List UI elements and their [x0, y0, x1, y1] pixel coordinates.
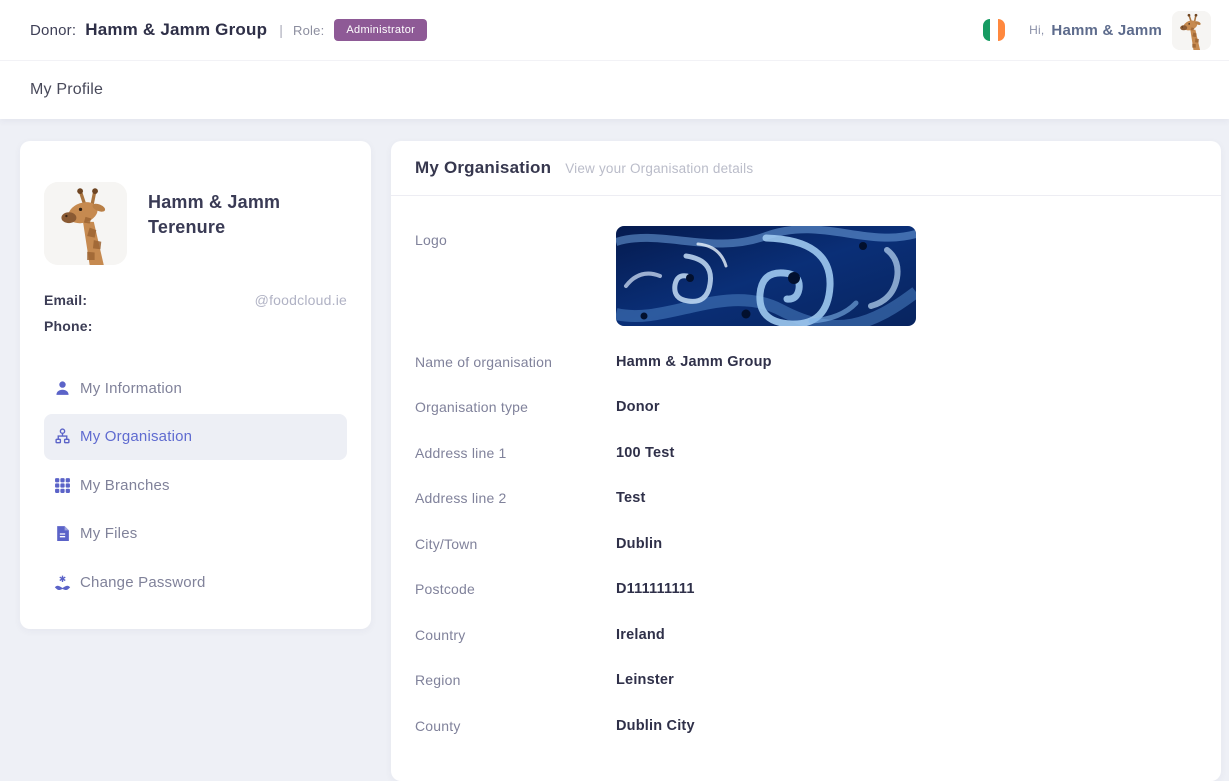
- detail-row-name: Name of organisation Hamm & Jamm Group: [415, 339, 1197, 385]
- blue-fractal-image: [616, 226, 916, 326]
- greeting-text: Hi,: [1029, 23, 1044, 37]
- email-value: @foodcloud.ie: [255, 292, 347, 308]
- section-title: My Organisation: [415, 158, 551, 178]
- page-title: My Profile: [30, 81, 103, 99]
- page-title-bar: My Profile: [0, 61, 1229, 119]
- organisation-logo-image: [616, 226, 916, 326]
- giraffe-avatar[interactable]: [1172, 11, 1211, 50]
- profile-sidebar-card: Hamm & Jamm Terenure Email: @foodcloud.i…: [20, 141, 371, 629]
- row-value: Test: [616, 490, 646, 506]
- detail-row-address1: Address line 1 100 Test: [415, 430, 1197, 476]
- row-label: Postcode: [415, 581, 616, 597]
- giraffe-profile-avatar: [44, 182, 127, 265]
- org-chart-icon: [54, 428, 71, 445]
- sidebar-item-label: My Organisation: [80, 428, 192, 445]
- my-organisation-panel: My Organisation View your Organisation d…: [391, 141, 1221, 781]
- row-label: Name of organisation: [415, 354, 616, 370]
- logo-label: Logo: [415, 226, 616, 326]
- sidebar-item-label: My Files: [80, 525, 137, 542]
- row-label: Country: [415, 627, 616, 643]
- row-value: Dublin: [616, 536, 662, 552]
- panel-body: Logo: [391, 226, 1221, 749]
- row-value: Ireland: [616, 627, 665, 643]
- donor-name: Hamm & Jamm Group: [85, 20, 267, 40]
- row-value: Dublin City: [616, 718, 695, 734]
- ireland-flag-icon[interactable]: [983, 19, 1005, 41]
- row-value: 100 Test: [616, 445, 675, 461]
- detail-row-address2: Address line 2 Test: [415, 476, 1197, 522]
- sidebar-menu: My Information My Organisation My Branch…: [44, 365, 347, 605]
- detail-row-country: Country Ireland: [415, 612, 1197, 658]
- logo-row: Logo: [415, 226, 1197, 326]
- row-label: Address line 2: [415, 490, 616, 506]
- section-subtitle: View your Organisation details: [565, 161, 753, 176]
- detail-row-type: Organisation type Donor: [415, 385, 1197, 431]
- phone-label: Phone:: [44, 318, 93, 334]
- flag-green-stripe: [983, 19, 990, 41]
- role-label: Role:: [293, 23, 324, 38]
- top-navbar: Donor: Hamm & Jamm Group | Role: Adminis…: [0, 0, 1229, 61]
- sidebar-item-my-files[interactable]: My Files: [44, 511, 347, 557]
- user-icon: [54, 380, 71, 397]
- donor-label: Donor:: [30, 22, 76, 39]
- flag-white-stripe: [990, 19, 997, 41]
- sidebar-item-label: Change Password: [80, 574, 206, 591]
- grid-icon: [54, 477, 71, 494]
- row-value: Donor: [616, 399, 660, 415]
- role-separator: |: [279, 22, 283, 38]
- organisation-details: Name of organisation Hamm & Jamm Group O…: [415, 339, 1197, 749]
- file-icon: [54, 525, 71, 542]
- flag-orange-stripe: [998, 19, 1005, 41]
- row-label: Address line 1: [415, 445, 616, 461]
- row-value: D111111111: [616, 581, 695, 597]
- detail-row-postcode: Postcode D111111111: [415, 567, 1197, 613]
- sidebar-item-my-organisation[interactable]: My Organisation: [44, 414, 347, 460]
- email-row: Email: @foodcloud.ie: [44, 287, 347, 313]
- organisation-name: Hamm & Jamm Terenure: [148, 182, 298, 265]
- detail-row-city: City/Town Dublin: [415, 521, 1197, 567]
- detail-row-region: Region Leinster: [415, 658, 1197, 704]
- email-label: Email:: [44, 292, 87, 308]
- row-label: Organisation type: [415, 399, 616, 415]
- sidebar-item-my-information[interactable]: My Information: [44, 365, 347, 411]
- profile-head: Hamm & Jamm Terenure: [44, 182, 347, 265]
- sidebar-item-change-password[interactable]: Change Password: [44, 559, 347, 605]
- row-value: Hamm & Jamm Group: [616, 354, 772, 370]
- sidebar-item-my-branches[interactable]: My Branches: [44, 462, 347, 508]
- row-label: Region: [415, 672, 616, 688]
- row-value: Leinster: [616, 672, 674, 688]
- detail-row-county: County Dublin City: [415, 703, 1197, 749]
- user-name[interactable]: Hamm & Jamm: [1051, 22, 1162, 39]
- contact-info: Email: @foodcloud.ie Phone:: [44, 287, 347, 339]
- role-badge: Administrator: [334, 19, 427, 41]
- hands-holding-icon: [54, 574, 71, 591]
- sidebar-item-label: My Branches: [80, 477, 170, 494]
- panel-header: My Organisation View your Organisation d…: [391, 141, 1221, 196]
- phone-row: Phone:: [44, 313, 347, 339]
- giraffe-avatar-image: [1172, 11, 1211, 50]
- row-label: City/Town: [415, 536, 616, 552]
- giraffe-profile-avatar-image: [44, 182, 127, 265]
- sidebar-item-label: My Information: [80, 380, 182, 397]
- row-label: County: [415, 718, 616, 734]
